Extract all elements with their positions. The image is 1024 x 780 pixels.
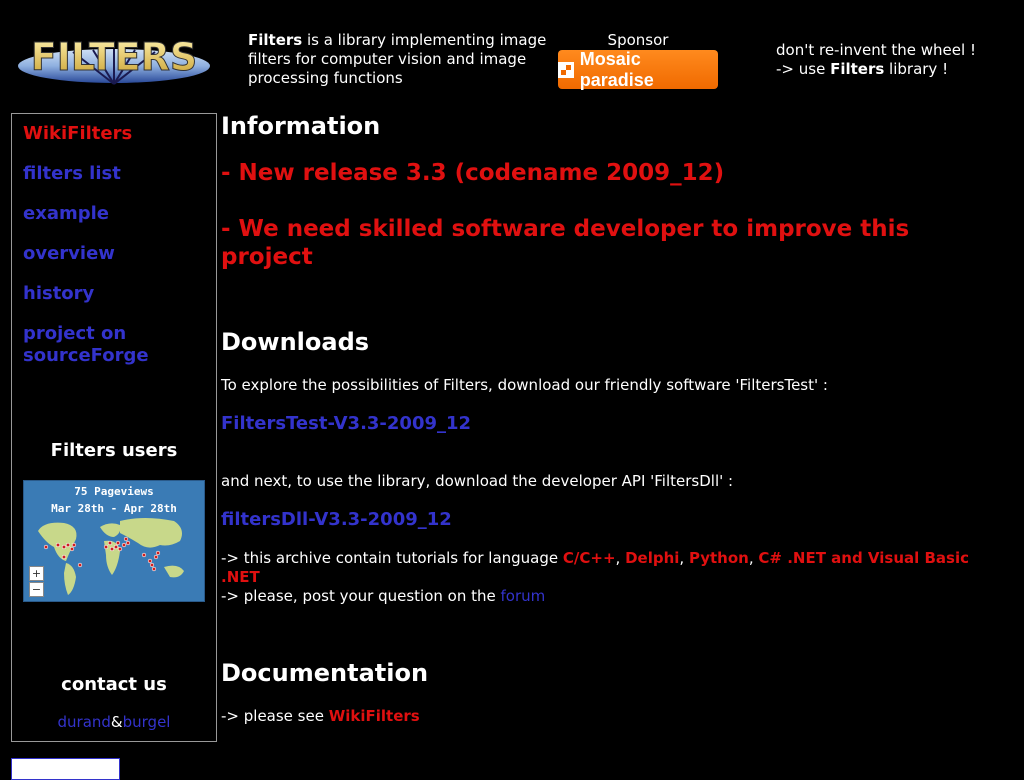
contact-ampersand: &: [110, 713, 123, 731]
lang-c-link[interactable]: C/C++: [563, 549, 616, 567]
sidebar: WikiFilters filters list example overvie…: [11, 113, 217, 742]
bottom-counter-box[interactable]: [11, 758, 120, 780]
information-heading: Information: [221, 112, 381, 140]
lang-delphi-link[interactable]: Delphi: [625, 549, 679, 567]
doc-prefix: -> please see: [221, 707, 329, 725]
documentation-heading: Documentation: [221, 659, 429, 687]
sponsor-label: Sponsor: [607, 31, 669, 49]
wheel-line2-bold: Filters: [830, 60, 885, 78]
explore-text: To explore the possibilities of Filters,…: [221, 376, 828, 394]
doc-wikifilters-link[interactable]: WikiFilters: [329, 707, 420, 725]
lang-python-link[interactable]: Python: [689, 549, 749, 567]
map-pageviews: 75 Pageviews: [74, 485, 154, 498]
map-date-range: Mar 28th - Apr 28th: [51, 502, 177, 515]
separator: ,: [679, 549, 689, 567]
wheel-line1: don't re-invent the wheel !: [776, 41, 976, 59]
filters-logo[interactable]: FILTERS: [13, 32, 215, 86]
news-developers: - We need skilled software developer to …: [221, 216, 910, 270]
sidebar-item-history[interactable]: history: [23, 283, 94, 305]
news-release: - New release 3.3 (codename 2009_12): [221, 160, 725, 186]
contact-durand-link[interactable]: durand: [58, 713, 111, 731]
visitor-map-widget[interactable]: 75 Pageviews Mar 28th - Apr 28th + −: [23, 480, 205, 602]
filters-users-heading: Filters users: [50, 440, 178, 461]
downloads-heading: Downloads: [221, 328, 370, 356]
filterstest-download-link[interactable]: FiltersTest-V3.3-2009_12: [221, 413, 471, 434]
next-text: and next, to use the library, download t…: [221, 472, 734, 490]
sidebar-item-example[interactable]: example: [23, 203, 109, 225]
wheel-line2-suffix: library !: [884, 60, 949, 78]
sidebar-item-filters-list[interactable]: filters list: [23, 163, 121, 185]
contact-links: durand&burgel: [12, 713, 216, 731]
wheel-slogan: don't re-invent the wheel ! -> use Filte…: [776, 41, 1006, 79]
sidebar-item-wikifilters[interactable]: WikiFilters: [23, 123, 132, 145]
contact-heading: contact us: [61, 674, 167, 695]
sidebar-item-overview[interactable]: overview: [23, 243, 115, 265]
world-map-graphic: [38, 518, 184, 595]
zoom-in-button[interactable]: +: [29, 566, 44, 581]
separator: ,: [748, 549, 759, 567]
mosaic-icon: [558, 61, 574, 78]
wheel-line2-prefix: -> use: [776, 60, 831, 78]
archive-prefix: -> this archive contain tutorials for la…: [221, 549, 563, 567]
forum-prefix: -> please, post your question on the: [221, 587, 501, 605]
svg-text:FILTERS: FILTERS: [31, 35, 198, 79]
site-tagline: Filters is a library implementing image …: [248, 31, 548, 88]
archive-languages-text: -> this archive contain tutorials for la…: [221, 549, 1011, 587]
zoom-out-button[interactable]: −: [29, 582, 44, 597]
documentation-text: -> please see WikiFilters: [221, 707, 1011, 726]
sidebar-item-sourceforge[interactable]: project on sourceForge: [23, 323, 193, 367]
sponsor-button[interactable]: Mosaic paradise: [558, 48, 718, 90]
filtersdll-download-link[interactable]: filtersDll-V3.3-2009_12: [221, 509, 452, 530]
forum-text: -> please, post your question on the for…: [221, 587, 1011, 606]
separator: ,: [615, 549, 626, 567]
wheel-line2: -> use Filters library !: [776, 60, 1006, 79]
forum-link[interactable]: forum: [501, 587, 546, 605]
contact-burgel-link[interactable]: burgel: [123, 713, 171, 731]
tagline-bold: Filters: [248, 31, 303, 49]
logo-graphic: FILTERS: [18, 35, 210, 85]
sponsor-button-label: Mosaic paradise: [579, 48, 654, 90]
